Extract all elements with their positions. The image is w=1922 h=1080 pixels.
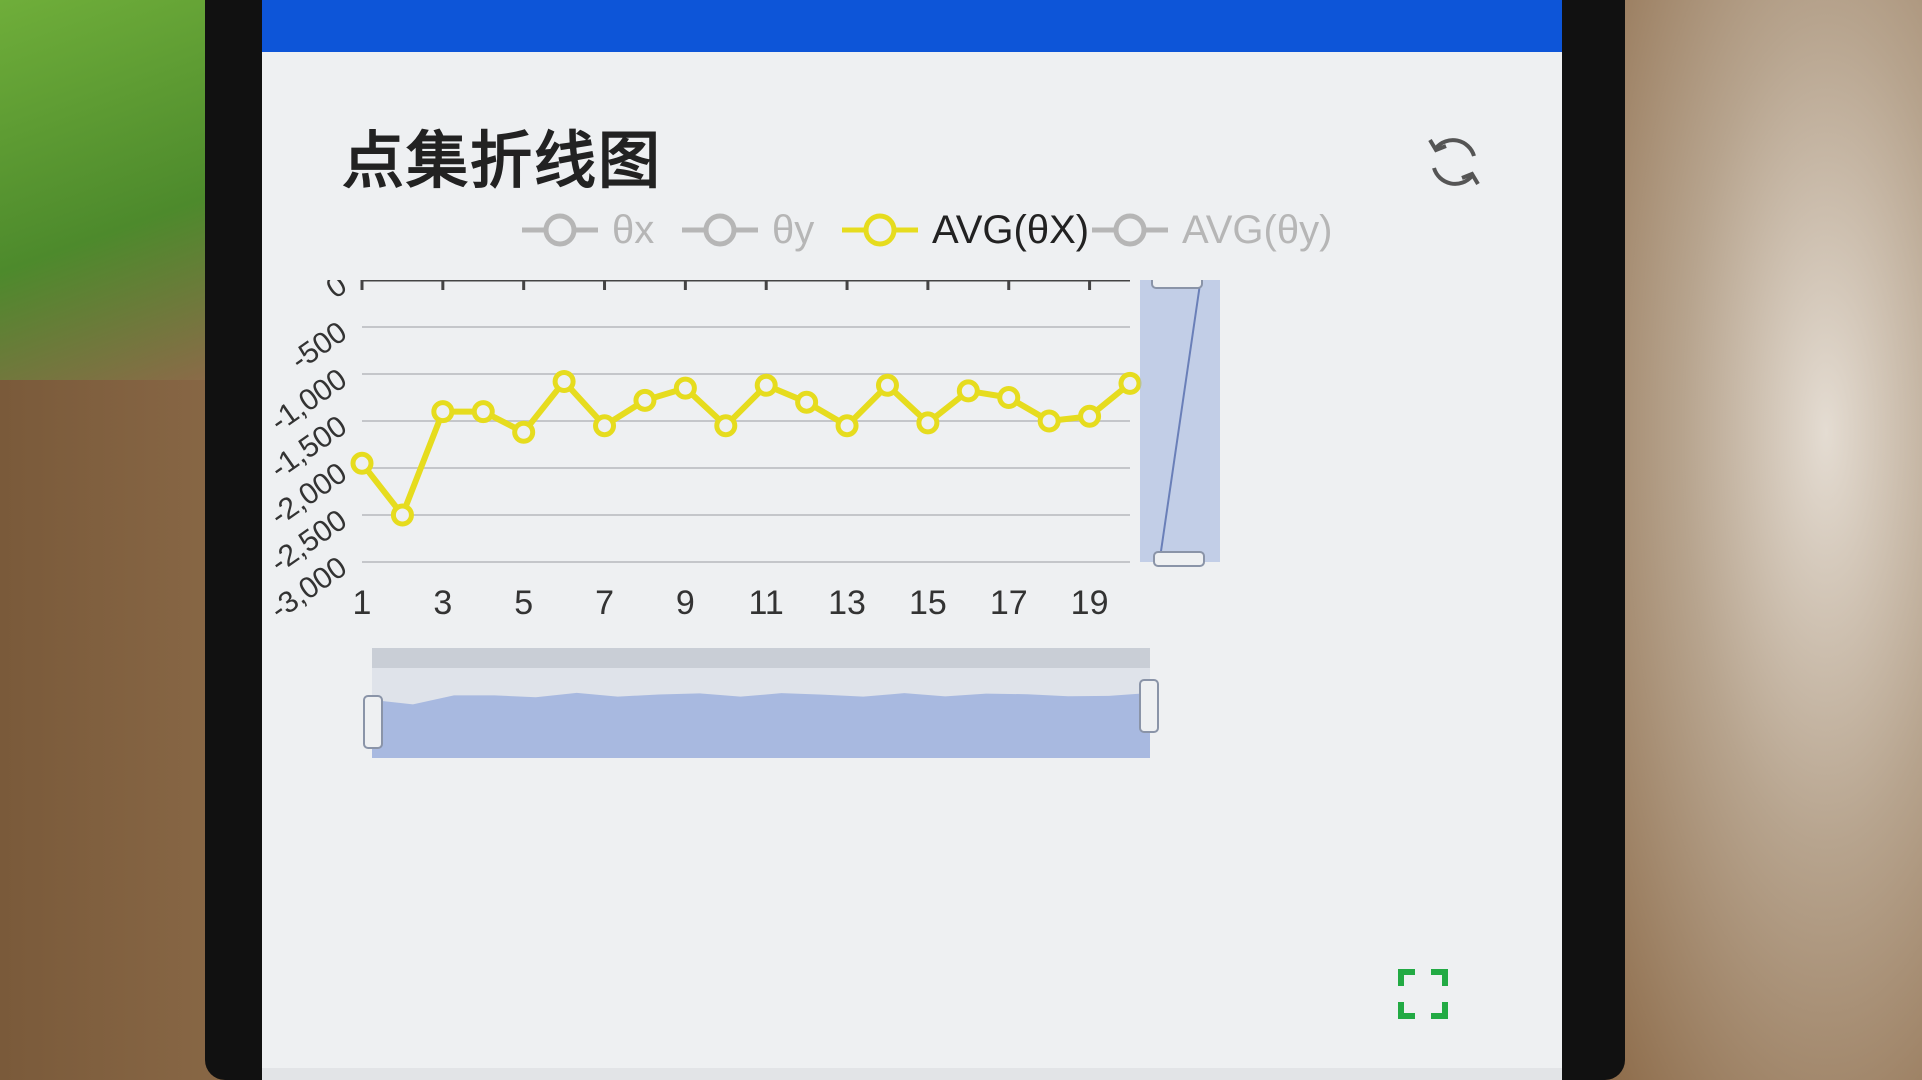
legend-item-avg-theta-y[interactable]: AVG(θy)	[1092, 200, 1332, 260]
x-tick-label: 11	[749, 584, 784, 622]
data-point	[835, 414, 859, 438]
vertical-zoom-slider[interactable]	[1140, 280, 1220, 567]
data-point	[431, 400, 455, 424]
plot-area: 0-500-1,000-1,500-2,000-2,500-3,000 1 3 5 7 9…	[264, 280, 1220, 758]
legend-item-theta-x[interactable]: θx	[522, 200, 654, 260]
x-tick-label: 9	[676, 584, 695, 622]
x-tick-label: 1	[353, 584, 372, 622]
data-point	[754, 373, 778, 397]
phone-screen: 点集折线图 θx θy AVG(θX) AVG(θy) 0 -500 -1,00…	[262, 0, 1562, 1080]
x-tick-label: 3	[433, 584, 452, 622]
data-point	[916, 411, 940, 435]
legend-label: AVG(θX)	[932, 207, 1090, 252]
legend-label: θx	[612, 207, 655, 252]
data-point	[997, 386, 1021, 409]
legend-item-avg-theta-x[interactable]: AVG(θX)	[842, 200, 1089, 260]
screen-bottom-edge	[262, 1068, 1562, 1080]
vertical-zoom-handle-top	[1151, 280, 1203, 289]
data-point	[673, 376, 697, 400]
data-point	[714, 414, 738, 438]
y-tick-label: -500	[285, 316, 353, 377]
data-point	[350, 451, 374, 475]
background-cup	[1602, 0, 1922, 1080]
y-tick-label: 0	[320, 280, 353, 305]
chart-title: 点集折线图	[342, 124, 663, 197]
zoom-slider-bar	[372, 648, 1150, 668]
x-tick-label: 5	[514, 584, 533, 622]
legend-marker-icon	[682, 213, 758, 247]
fullscreen-icon[interactable]	[1397, 968, 1449, 1020]
x-tick-label: 13	[828, 584, 866, 622]
legend-label: θy	[772, 207, 815, 252]
data-point	[875, 373, 899, 397]
zoom-handle-right	[1139, 679, 1159, 733]
data-point	[956, 379, 980, 403]
x-tick-label: 19	[1071, 584, 1109, 622]
legend-marker-icon	[1092, 213, 1168, 247]
x-tick-label: 7	[595, 584, 614, 622]
data-point	[1037, 409, 1061, 433]
app-header-bar	[262, 0, 1562, 52]
data-point	[390, 503, 414, 527]
data-point	[1118, 371, 1142, 395]
data-point	[471, 400, 495, 424]
legend-label: AVG(θy)	[1182, 207, 1333, 252]
x-tick-label: 15	[909, 584, 947, 622]
data-point	[633, 388, 657, 412]
zoom-handle-left	[363, 695, 383, 749]
horizontal-zoom-slider[interactable]	[363, 648, 1159, 758]
background-green-object	[0, 0, 205, 380]
legend: θx θy AVG(θX) AVG(θy)	[522, 200, 1562, 260]
vertical-zoom-handle-bottom	[1153, 551, 1205, 567]
data-point	[552, 370, 576, 394]
line-chart: 0-500-1,000-1,500-2,000-2,500-3,000 1 3 5 7 9…	[264, 280, 1220, 758]
data-point	[1078, 404, 1102, 428]
zoom-slider-area	[372, 692, 1150, 758]
legend-marker-icon	[522, 213, 598, 247]
legend-item-theta-y[interactable]: θy	[682, 200, 814, 260]
data-point	[795, 390, 819, 414]
data-point	[512, 420, 536, 444]
x-tick-label: 17	[990, 584, 1028, 622]
legend-marker-icon	[842, 213, 918, 247]
data-point	[593, 414, 617, 438]
refresh-icon[interactable]	[1422, 130, 1486, 194]
